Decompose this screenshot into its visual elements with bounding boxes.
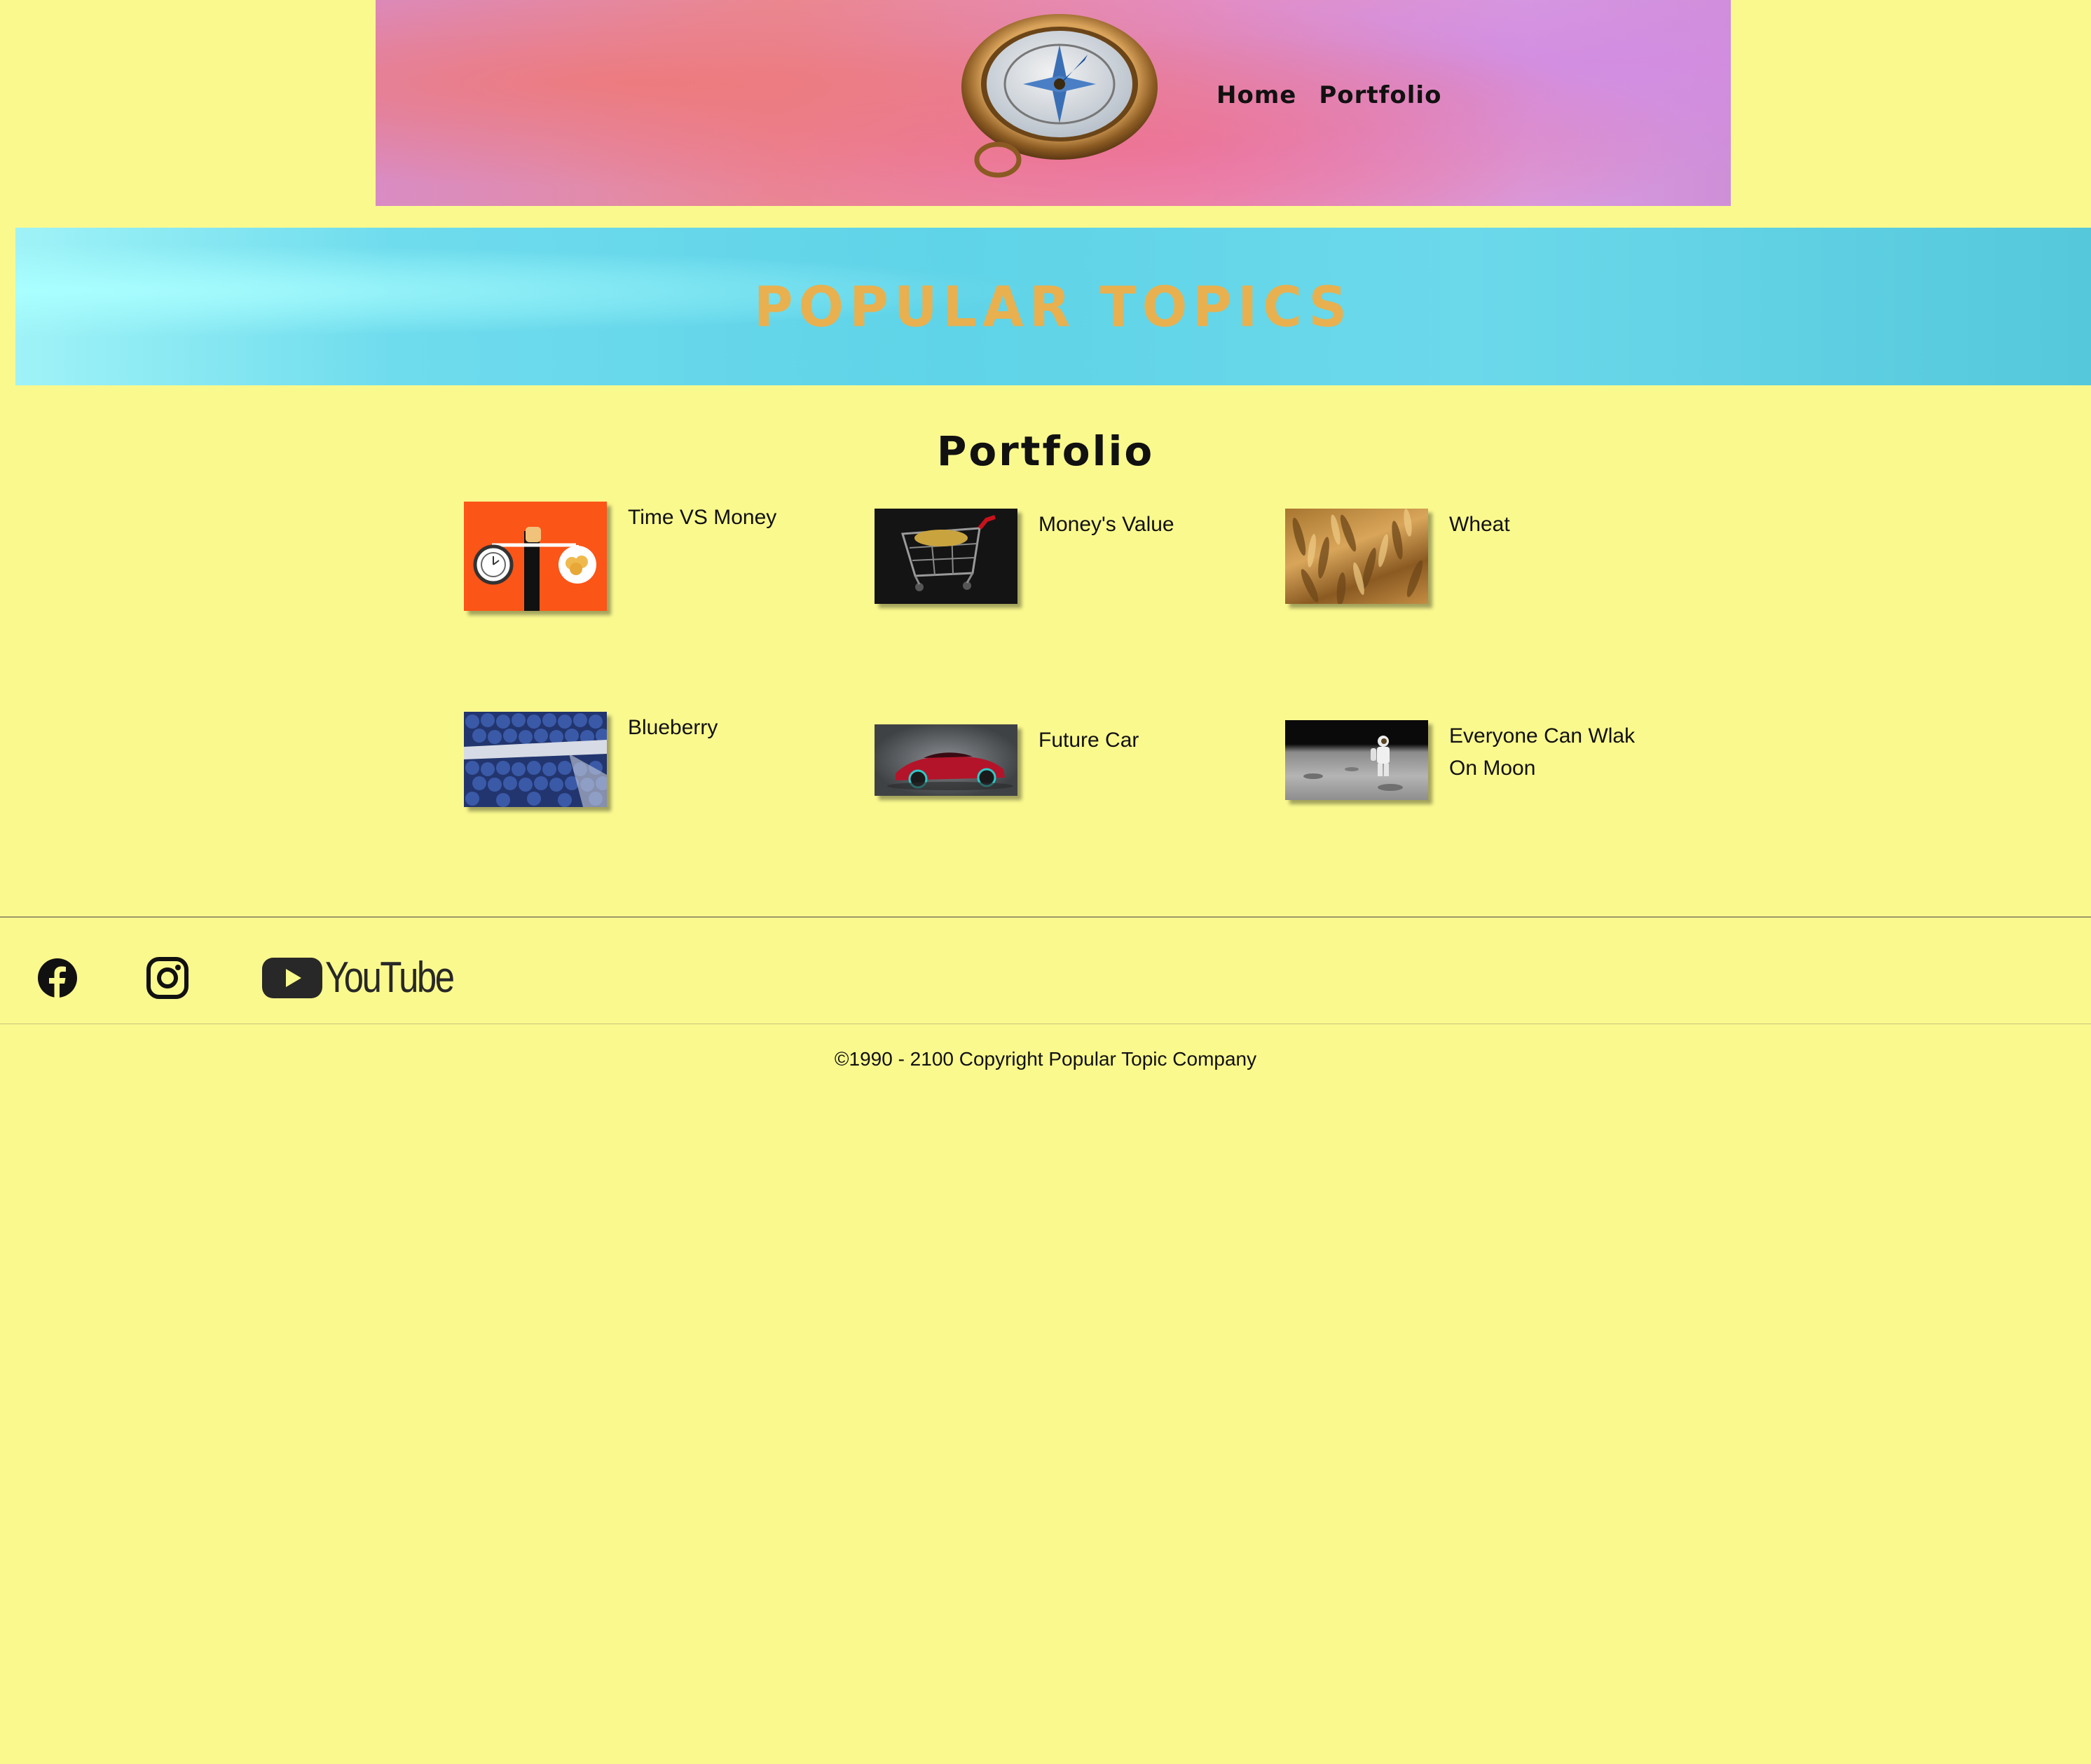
topics-banner: POPULAR TOPICS — [15, 228, 2091, 385]
portfolio-card[interactable]: Everyone Can Wlak On Moon — [1285, 720, 1659, 800]
portfolio-card[interactable]: Money's Value — [875, 509, 1249, 604]
card-label[interactable]: Blueberry — [628, 712, 838, 807]
time-vs-money-image[interactable] — [464, 502, 607, 611]
facebook-icon[interactable] — [36, 957, 78, 999]
blueberry-image[interactable] — [464, 712, 607, 807]
compass-icon[interactable] — [957, 11, 1159, 179]
shopping-cart-image[interactable] — [875, 509, 1017, 604]
footer-divider-top — [0, 916, 2091, 918]
youtube-icon[interactable]: YouTube — [262, 956, 481, 1000]
youtube-wordmark: YouTube — [325, 953, 455, 1002]
card-label[interactable]: Money's Value — [1038, 509, 1249, 604]
site-header: Home Portfolio — [376, 0, 1731, 206]
portfolio-card[interactable]: Future Car — [875, 724, 1249, 796]
portfolio-card[interactable]: Wheat — [1285, 509, 1659, 604]
portfolio-card[interactable]: Blueberry — [464, 712, 838, 807]
portfolio-title: Portfolio — [936, 427, 1155, 475]
moon-astronaut-image[interactable] — [1285, 720, 1428, 800]
main-nav: Home Portfolio — [1216, 81, 1441, 109]
social-links: YouTube — [36, 956, 481, 1000]
banner-title: POPULAR TOPICS — [753, 273, 1353, 340]
card-label[interactable]: Future Car — [1038, 724, 1249, 796]
nav-home-link[interactable]: Home — [1216, 81, 1296, 109]
copyright-text: ©1990 - 2100 Copyright Popular Topic Com… — [834, 1048, 1257, 1070]
card-label[interactable]: Everyone Can Wlak On Moon — [1449, 720, 1659, 800]
instagram-icon[interactable] — [146, 956, 189, 1000]
portfolio-card[interactable]: Time VS Money — [464, 502, 838, 611]
card-label[interactable]: Time VS Money — [628, 502, 838, 611]
nav-portfolio-link[interactable]: Portfolio — [1319, 81, 1441, 109]
card-label[interactable]: Wheat — [1449, 509, 1659, 604]
future-car-image[interactable] — [875, 724, 1017, 796]
wheat-image[interactable] — [1285, 509, 1428, 604]
